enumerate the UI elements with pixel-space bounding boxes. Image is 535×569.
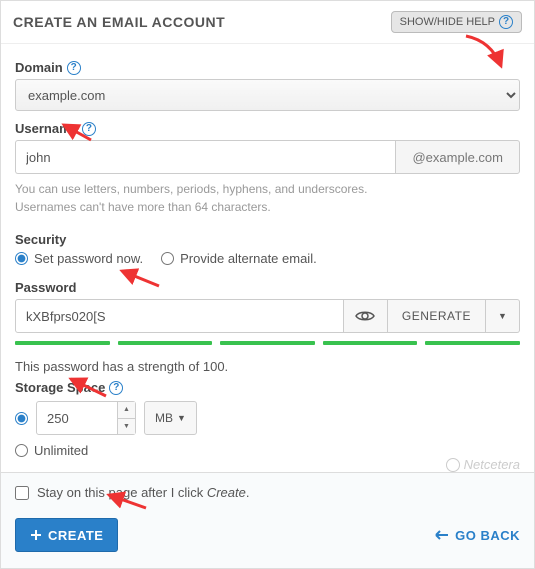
panel-header: CREATE AN EMAIL ACCOUNT SHOW/HIDE HELP ? xyxy=(1,1,534,44)
panel-body: Domain ? example.com Username ? @example… xyxy=(1,44,534,472)
question-circle-icon[interactable]: ? xyxy=(67,61,81,75)
caret-down-icon: ▼ xyxy=(177,413,186,423)
security-label: Security xyxy=(15,232,520,247)
domain-select[interactable]: example.com xyxy=(15,79,520,111)
help-button-label: SHOW/HIDE HELP xyxy=(400,16,495,28)
watermark-text: Netcetera xyxy=(464,457,520,472)
storage-row-unlimited[interactable]: Unlimited xyxy=(15,443,520,458)
go-back-label: GO BACK xyxy=(455,528,520,543)
storage-unit-dropdown[interactable]: MB ▼ xyxy=(144,401,197,435)
text: Stay on this page after I click xyxy=(37,485,207,500)
password-strength-bar xyxy=(15,341,520,345)
hint-line: You can use letters, numbers, periods, h… xyxy=(15,180,520,198)
unit-label: MB xyxy=(155,411,173,425)
security-alternate-email-option[interactable]: Provide alternate email. xyxy=(161,251,317,266)
question-circle-icon[interactable]: ? xyxy=(82,122,96,136)
password-label: Password xyxy=(15,280,520,295)
create-button-label: CREATE xyxy=(48,528,103,543)
storage-input-wrap: ▲ ▼ xyxy=(36,401,136,435)
spinner-up-button[interactable]: ▲ xyxy=(118,402,135,419)
text: . xyxy=(246,485,250,500)
question-circle-icon: ? xyxy=(499,15,513,29)
radio-label: Provide alternate email. xyxy=(180,251,317,266)
stay-on-page-label: Stay on this page after I click Create. xyxy=(37,485,249,500)
create-button[interactable]: CREATE xyxy=(15,518,118,552)
globe-icon xyxy=(446,458,460,472)
text-em: Create xyxy=(207,485,246,500)
password-row: GENERATE ▼ xyxy=(15,299,520,333)
reveal-password-button[interactable] xyxy=(344,299,388,333)
security-options: Set password now. Provide alternate emai… xyxy=(15,251,520,266)
hint-line: Usernames can't have more than 64 charac… xyxy=(15,198,520,216)
show-hide-help-button[interactable]: SHOW/HIDE HELP ? xyxy=(391,11,522,33)
generate-password-button[interactable]: GENERATE xyxy=(388,299,486,333)
radio-label: Unlimited xyxy=(34,443,88,458)
stay-on-page-checkbox[interactable] xyxy=(15,486,29,500)
spinner-down-button[interactable]: ▼ xyxy=(118,419,135,435)
radio-label: Set password now. xyxy=(34,251,143,266)
footer-actions: CREATE GO BACK xyxy=(15,518,520,552)
username-domain-addon: @example.com xyxy=(395,140,520,174)
domain-label-text: Domain xyxy=(15,60,63,75)
radio-storage-custom[interactable] xyxy=(15,412,28,425)
password-options-dropdown[interactable]: ▼ xyxy=(486,299,520,333)
username-group: @example.com xyxy=(15,140,520,174)
eye-icon xyxy=(355,309,375,323)
netcetera-watermark: Netcetera xyxy=(446,457,520,472)
storage-row-custom: ▲ ▼ MB ▼ xyxy=(15,401,520,435)
domain-label: Domain ? xyxy=(15,60,520,75)
password-strength-text: This password has a strength of 100. xyxy=(15,359,520,374)
caret-down-icon: ▼ xyxy=(498,311,507,321)
arrow-left-icon xyxy=(435,530,449,540)
storage-label: Storage Space ? xyxy=(15,380,520,395)
radio-alternate-email[interactable] xyxy=(161,252,174,265)
security-set-password-option[interactable]: Set password now. xyxy=(15,251,143,266)
radio-set-password[interactable] xyxy=(15,252,28,265)
panel-footer: Stay on this page after I click Create. … xyxy=(1,472,534,568)
panel-title: CREATE AN EMAIL ACCOUNT xyxy=(13,14,225,30)
username-label-text: Username xyxy=(15,121,78,136)
username-label: Username ? xyxy=(15,121,520,136)
storage-spinner: ▲ ▼ xyxy=(117,402,135,434)
username-input[interactable] xyxy=(15,140,395,174)
go-back-link[interactable]: GO BACK xyxy=(435,528,520,543)
password-input[interactable] xyxy=(15,299,344,333)
question-circle-icon[interactable]: ? xyxy=(109,381,123,395)
create-email-panel: CREATE AN EMAIL ACCOUNT SHOW/HIDE HELP ?… xyxy=(0,0,535,569)
storage-label-text: Storage Space xyxy=(15,380,105,395)
stay-on-page-option[interactable]: Stay on this page after I click Create. xyxy=(15,485,520,500)
radio-storage-unlimited[interactable] xyxy=(15,444,28,457)
username-hint: You can use letters, numbers, periods, h… xyxy=(15,180,520,216)
